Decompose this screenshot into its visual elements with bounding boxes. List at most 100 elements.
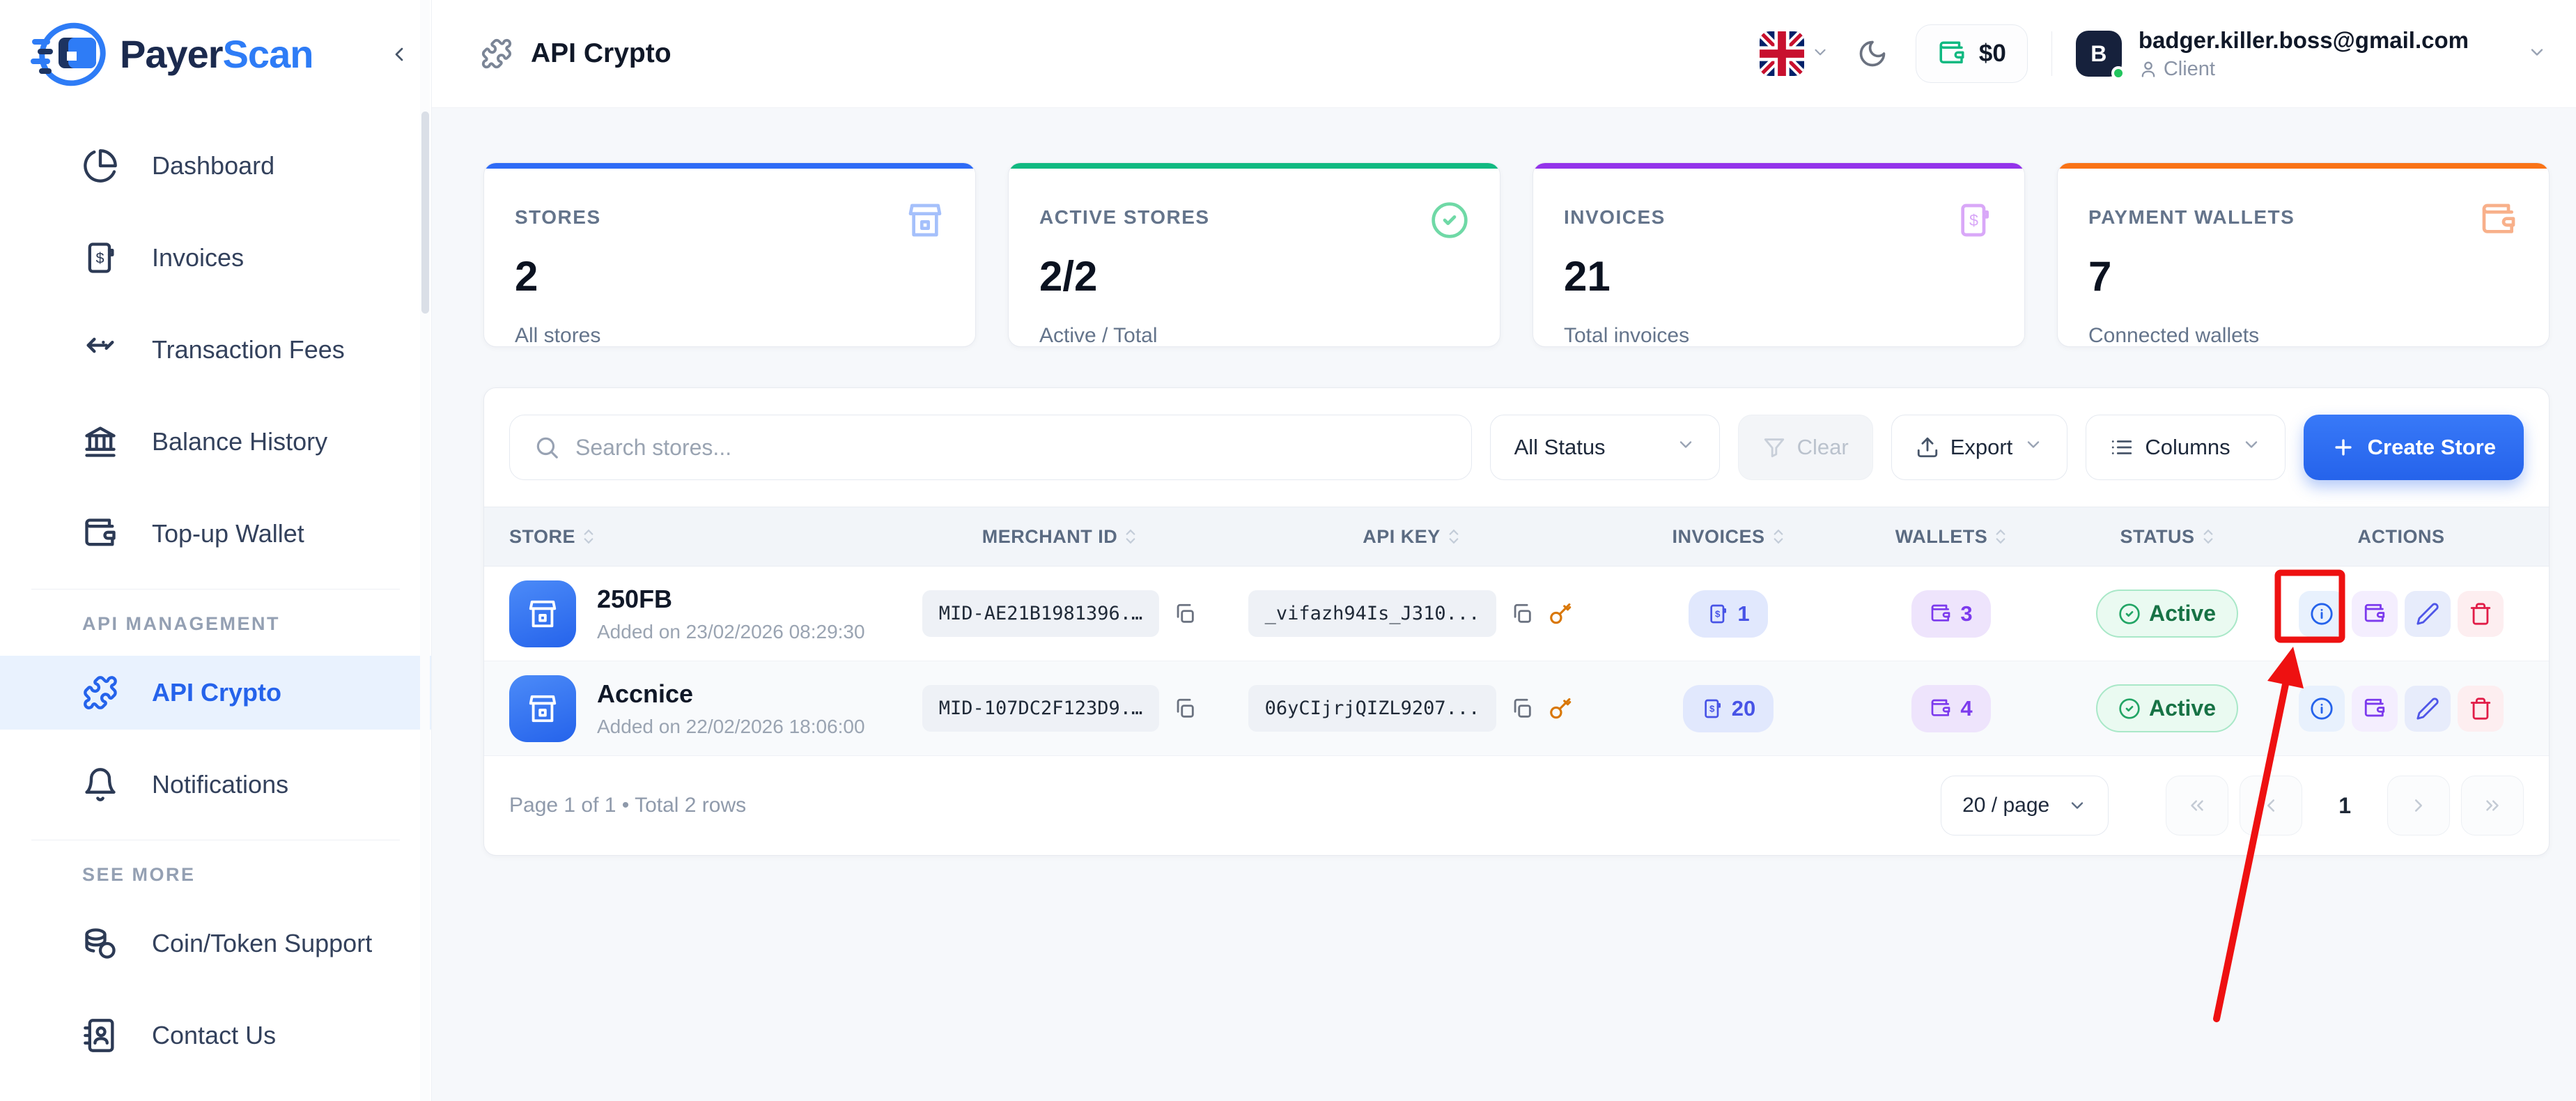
last-page-button[interactable] <box>2461 776 2524 836</box>
delete-action-button[interactable] <box>2458 686 2504 732</box>
regenerate-key-button[interactable] <box>1548 695 1574 722</box>
sidebar-item-transaction-fees[interactable]: Transaction Fees <box>0 313 431 387</box>
page-size-select[interactable]: 20 / page <box>1941 776 2109 836</box>
sidebar-section-see-more: SEE MORE <box>0 864 431 886</box>
copy-merchant-id-button[interactable] <box>1173 697 1197 721</box>
sidebar-item-contact-us[interactable]: Contact Us <box>0 999 431 1072</box>
sort-icon <box>582 528 595 545</box>
column-header-wallets[interactable]: WALLETS <box>1847 526 2056 548</box>
store-name: Accnice <box>597 679 865 709</box>
online-status-dot <box>2111 66 2125 80</box>
table-toolbar: All Status Clear Export Columns <box>484 388 2549 507</box>
moon-icon <box>1857 38 1888 69</box>
wallet-icon <box>1937 39 1966 68</box>
check-circle-icon <box>2118 603 2141 625</box>
search-input[interactable] <box>575 435 1448 461</box>
wallets-action-button[interactable] <box>2352 591 2398 637</box>
bell-icon <box>82 767 118 803</box>
stat-card-invoices: INVOICES 21 Total invoices $ <box>1533 162 2025 347</box>
copy-api-key-button[interactable] <box>1510 602 1534 626</box>
sidebar-section-api-management: API MANAGEMENT <box>0 613 431 635</box>
column-header-store[interactable]: STORE <box>509 526 906 548</box>
sort-icon <box>1448 528 1460 545</box>
export-button[interactable]: Export <box>1891 415 2068 480</box>
column-header-merchant-id[interactable]: MERCHANT ID <box>906 526 1213 548</box>
info-action-button[interactable] <box>2299 686 2345 732</box>
pencil-icon <box>2416 602 2439 626</box>
invoice-icon: $ <box>82 240 118 276</box>
column-header-invoices[interactable]: INVOICES <box>1610 526 1847 548</box>
stat-sub: All stores <box>515 324 945 347</box>
column-header-api-key[interactable]: API KEY <box>1213 526 1610 548</box>
invoices-badge: $ 20 <box>1683 685 1774 732</box>
stat-value: 7 <box>2088 252 2518 300</box>
first-page-button[interactable] <box>2166 776 2228 836</box>
sidebar-item-dashboard[interactable]: Dashboard <box>0 129 431 203</box>
columns-button[interactable]: Columns <box>2086 415 2285 480</box>
info-icon <box>2310 602 2334 626</box>
sidebar-item-topup-wallet[interactable]: Top-up Wallet <box>0 497 431 571</box>
pie-chart-icon <box>82 148 118 184</box>
edit-action-button[interactable] <box>2405 686 2451 732</box>
edit-action-button[interactable] <box>2405 591 2451 637</box>
list-icon <box>2110 436 2134 459</box>
wallet-icon <box>2363 697 2387 721</box>
sidebar-item-invoices[interactable]: $ Invoices <box>0 221 431 295</box>
chevron-left-icon <box>2260 795 2281 816</box>
brand-name[interactable]: PayerScan <box>120 31 313 77</box>
create-store-button[interactable]: Create Store <box>2304 415 2524 480</box>
app-root: PayerScan Dashboard $ Invoices Transacti… <box>0 0 2576 1101</box>
svg-text:$: $ <box>1715 608 1721 619</box>
chevron-down-icon <box>1811 43 1829 65</box>
sidebar-item-label: Transaction Fees <box>152 335 345 364</box>
sidebar-scrollbar[interactable] <box>420 0 430 1101</box>
user-menu[interactable]: B badger.killer.boss@gmail.com Client <box>2076 27 2547 81</box>
stat-value: 2 <box>515 252 945 300</box>
wallets-cell: 3 <box>1847 590 2056 638</box>
transfer-arrows-icon <box>82 332 118 368</box>
language-selector[interactable] <box>1760 31 1829 76</box>
api-key-chip: 06yCIjrjQIZL9207... <box>1248 685 1497 732</box>
status-cell: Active <box>2056 590 2279 638</box>
copy-merchant-id-button[interactable] <box>1173 602 1197 626</box>
sidebar-scrollbar-thumb[interactable] <box>421 111 429 314</box>
coins-icon <box>82 925 118 962</box>
puzzle-icon <box>481 38 513 70</box>
sidebar-item-balance-history[interactable]: Balance History <box>0 405 431 479</box>
clear-filters-button[interactable]: Clear <box>1738 415 1873 480</box>
merchant-id-chip: MID-107DC2F123D9.… <box>922 685 1160 732</box>
status-filter-select[interactable]: All Status <box>1490 415 1720 480</box>
sidebar-item-notifications[interactable]: Notifications <box>0 748 431 822</box>
store-added-date: Added on 23/02/2026 08:29:30 <box>597 621 865 643</box>
status-cell: Active <box>2056 684 2279 732</box>
wallet-icon <box>2363 602 2387 626</box>
stat-label: ACTIVE STORES <box>1039 206 1469 229</box>
column-header-status[interactable]: STATUS <box>2056 526 2279 548</box>
invoice-icon: $ <box>1955 201 1994 240</box>
sidebar: PayerScan Dashboard $ Invoices Transacti… <box>0 0 432 1101</box>
copy-icon <box>1510 602 1534 626</box>
sidebar-collapse-button[interactable] <box>388 43 410 66</box>
store-cell: Accnice Added on 22/02/2026 18:06:00 <box>509 675 906 742</box>
sidebar-item-coin-token-support[interactable]: Coin/Token Support <box>0 907 431 980</box>
dark-mode-toggle[interactable] <box>1853 34 1892 73</box>
next-page-button[interactable] <box>2387 776 2450 836</box>
stat-sub: Connected wallets <box>2088 324 2518 347</box>
stat-label: INVOICES <box>1564 206 1994 229</box>
previous-page-button[interactable] <box>2240 776 2302 836</box>
sidebar-item-api-crypto[interactable]: API Crypto <box>0 656 431 730</box>
regenerate-key-button[interactable] <box>1548 601 1574 627</box>
status-badge: Active <box>2096 590 2238 638</box>
info-action-button[interactable] <box>2299 591 2345 637</box>
stat-sub: Total invoices <box>1564 324 1994 347</box>
user-role: Client <box>2139 58 2469 81</box>
funnel-icon <box>1762 436 1786 459</box>
store-avatar <box>509 675 576 742</box>
copy-api-key-button[interactable] <box>1510 697 1534 721</box>
wallets-badge: 3 <box>1911 590 1990 638</box>
delete-action-button[interactable] <box>2458 591 2504 637</box>
chevron-down-icon <box>2242 435 2261 460</box>
wallet-balance-button[interactable]: $0 <box>1916 24 2028 83</box>
payerscan-logo-icon <box>26 18 110 91</box>
wallets-action-button[interactable] <box>2352 686 2398 732</box>
